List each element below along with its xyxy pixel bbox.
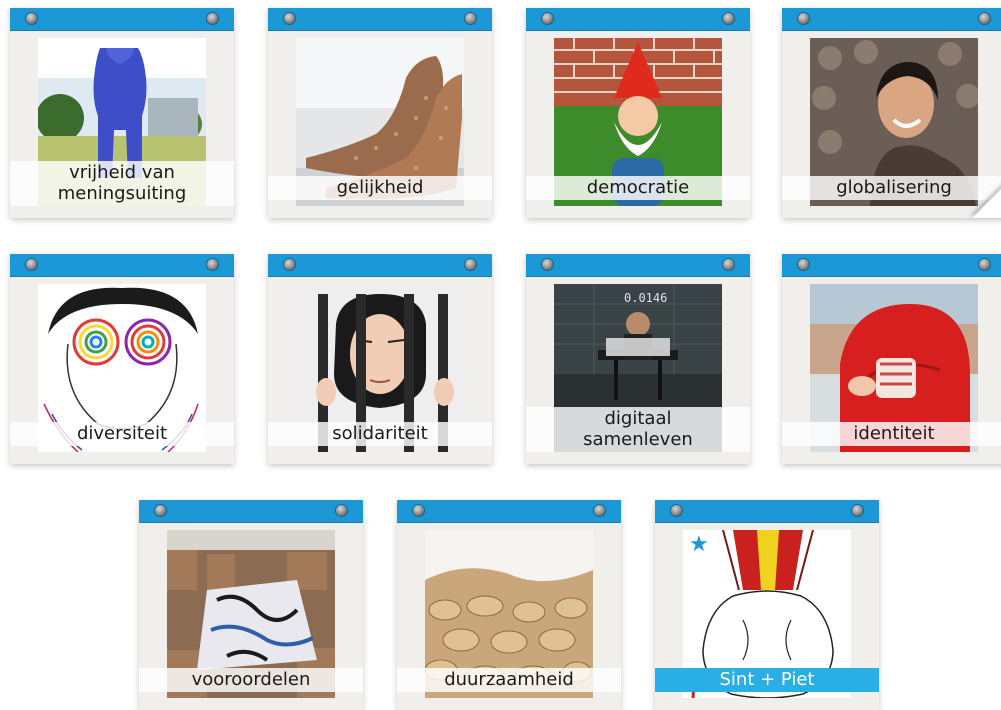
pin-icon bbox=[542, 259, 553, 270]
card-header-bar bbox=[782, 8, 1001, 31]
pin-icon bbox=[594, 505, 605, 516]
topic-label: duurzaamheid bbox=[397, 668, 621, 692]
topic-label: digitaal samenleven bbox=[526, 407, 750, 452]
topic-label: globalisering bbox=[782, 176, 1001, 200]
card-header-bar bbox=[397, 500, 621, 523]
pin-icon bbox=[979, 13, 990, 24]
pin-icon bbox=[979, 259, 990, 270]
topic-card-digitaal-samenleven[interactable]: 0.0146 digitaal samenleven bbox=[526, 254, 750, 464]
star-icon[interactable]: ★ bbox=[689, 534, 709, 556]
topic-label: democratie bbox=[526, 176, 750, 200]
page-curl bbox=[972, 184, 1001, 218]
pin-icon bbox=[207, 259, 218, 270]
card-header-bar bbox=[10, 254, 234, 277]
topic-card-globalisering[interactable]: globalisering bbox=[782, 8, 1001, 218]
pin-icon bbox=[155, 505, 166, 516]
card-header-bar bbox=[139, 500, 363, 523]
pin-icon bbox=[207, 13, 218, 24]
topic-card-vrijheid-van-meningsuiting[interactable]: vrijheid van meningsuiting bbox=[10, 8, 234, 218]
pin-icon bbox=[852, 505, 863, 516]
pin-icon bbox=[26, 13, 37, 24]
pin-icon bbox=[465, 13, 476, 24]
card-header-bar bbox=[782, 254, 1001, 277]
pin-icon bbox=[723, 259, 734, 270]
pin-icon bbox=[798, 259, 809, 270]
card-header-bar bbox=[526, 8, 750, 31]
topic-label: gelijkheid bbox=[268, 176, 492, 200]
topic-label: identiteit bbox=[782, 422, 1001, 446]
topic-label: Sint + Piet bbox=[655, 668, 879, 692]
pin-icon bbox=[723, 13, 734, 24]
topic-card-sint-piet[interactable]: ★ Sint + Piet bbox=[655, 500, 879, 710]
topic-card-identiteit[interactable]: identiteit bbox=[782, 254, 1001, 464]
topic-card-democratie[interactable]: democratie bbox=[526, 8, 750, 218]
card-header-bar bbox=[10, 8, 234, 31]
topic-card-vooroordelen[interactable]: vooroordelen bbox=[139, 500, 363, 710]
topic-card-duurzaamheid[interactable]: duurzaamheid bbox=[397, 500, 621, 710]
topic-label: solidariteit bbox=[268, 422, 492, 446]
pin-icon bbox=[798, 13, 809, 24]
topic-label: diversiteit bbox=[10, 422, 234, 446]
topic-card-gelijkheid[interactable]: gelijkheid bbox=[268, 8, 492, 218]
pin-icon bbox=[413, 505, 424, 516]
pin-icon bbox=[465, 259, 476, 270]
pin-icon bbox=[336, 505, 347, 516]
card-header-bar bbox=[268, 8, 492, 31]
card-header-bar bbox=[268, 254, 492, 277]
topic-label: vooroordelen bbox=[139, 668, 363, 692]
pin-icon bbox=[284, 259, 295, 270]
pin-icon bbox=[284, 13, 295, 24]
digital-counter: 0.0146 bbox=[624, 291, 667, 305]
card-header-bar bbox=[655, 500, 879, 523]
topic-card-solidariteit[interactable]: solidariteit bbox=[268, 254, 492, 464]
pin-icon bbox=[542, 13, 553, 24]
topic-label: vrijheid van meningsuiting bbox=[10, 161, 234, 206]
topic-card-diversiteit[interactable]: diversiteit bbox=[10, 254, 234, 464]
pin-icon bbox=[671, 505, 682, 516]
card-header-bar bbox=[526, 254, 750, 277]
pin-icon bbox=[26, 259, 37, 270]
